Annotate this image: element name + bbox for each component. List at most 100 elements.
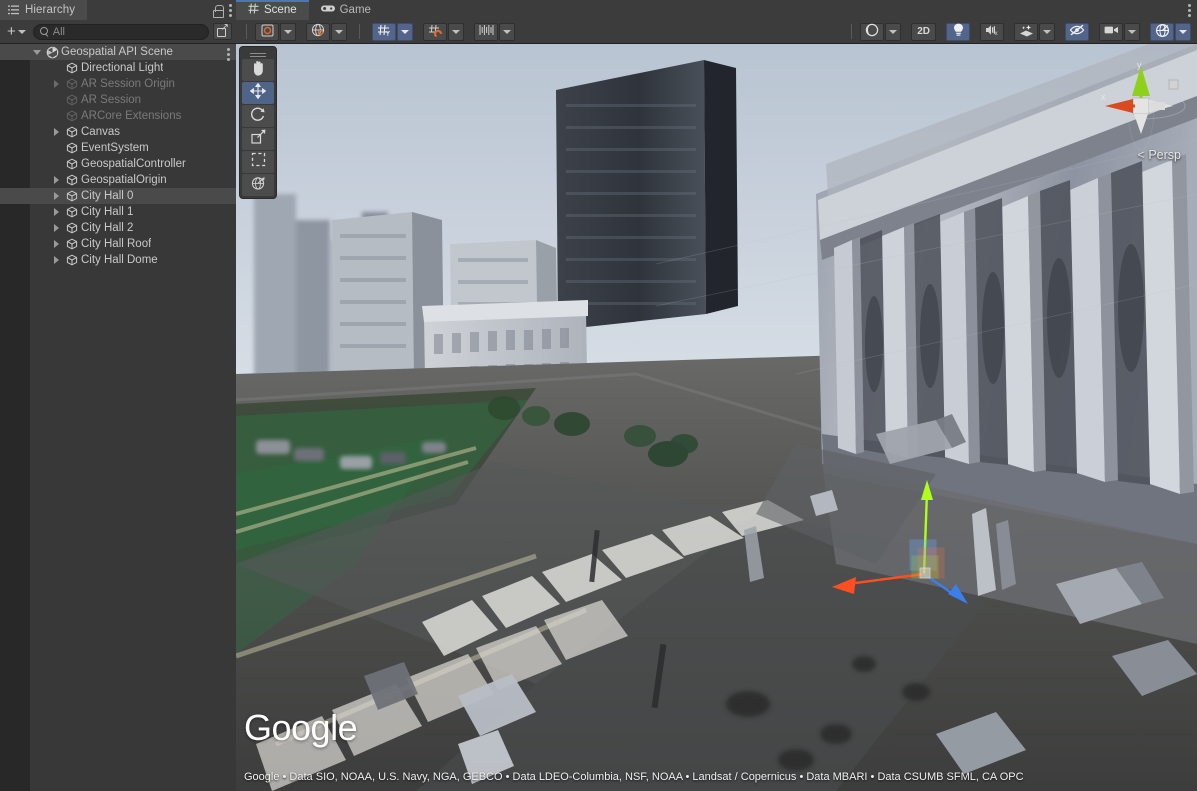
mute-audio-icon: x [985,24,999,39]
lock-icon[interactable] [213,5,222,16]
rect-transform-icon [251,152,266,172]
search-input[interactable]: All [33,24,209,40]
hidden-objects-button[interactable] [1065,23,1089,41]
tab-game[interactable]: Game [309,0,383,20]
rect-tool-button[interactable] [242,151,274,173]
scene-camera-button[interactable] [1099,23,1123,41]
snap-increment-button[interactable] [474,23,498,41]
hierarchy-item-label: ARCore Extensions [81,110,181,122]
hierarchy-item-label: AR Session Origin [81,78,175,90]
hierarchy-item-arcore-extensions[interactable]: ARCore Extensions [0,108,236,124]
hierarchy-item-canvas[interactable]: Canvas [0,124,236,140]
move-gizmo[interactable] [806,444,1006,624]
gameobject-icon [66,238,78,250]
gizmo-x-arrow [832,577,856,594]
fx-dropdown-button[interactable] [1039,23,1055,41]
hierarchy-item-city-hall-2[interactable]: City Hall 2 [0,220,236,236]
gizmos-dropdown-button[interactable] [1175,23,1191,41]
2d-toggle-button[interactable]: 2D [911,23,936,41]
hierarchy-item-label: City Hall Dome [81,254,158,266]
gizmo-y-arrow [921,480,933,500]
hierarchy-item-city-hall-dome[interactable]: City Hall Dome [0,252,236,268]
gamepad-icon [321,4,335,16]
create-object-button[interactable]: + [4,24,29,39]
scene-kebab-menu-icon[interactable] [1188,4,1191,17]
item-expander[interactable] [50,208,63,216]
search-placeholder: All [53,26,65,38]
tool-palette-drag-handle[interactable] [242,49,274,58]
item-expander[interactable] [50,256,63,264]
hierarchy-item-city-hall-roof[interactable]: City Hall Roof [0,236,236,252]
hierarchy-scene-root[interactable]: Geospatial API Scene [0,44,236,60]
gameobject-icon [66,254,78,266]
item-expander[interactable] [50,80,63,88]
hierarchy-item-ar-session-origin[interactable]: AR Session Origin [0,76,236,92]
handle-space-dropdown-button[interactable] [331,23,347,41]
scene-lighting-button[interactable] [946,23,970,41]
pivot-toggle-button[interactable] [255,23,279,41]
hierarchy-item-city-hall-0[interactable]: City Hall 0 [0,188,236,204]
item-expander[interactable] [50,176,63,184]
scene-grid-icon [248,3,259,17]
hierarchy-item-geospatialcontroller[interactable]: GeospatialController [0,156,236,172]
scene-camera-dropdown-button[interactable] [1124,23,1140,41]
scale-tool-button[interactable] [242,128,274,150]
item-expander[interactable] [50,128,63,136]
perspective-label-wrap[interactable]: < Persp [1138,148,1181,162]
grid-snap-dropdown-button[interactable] [448,23,464,41]
chevron-down-icon [503,30,511,34]
fx-toggle-button[interactable] [1014,23,1038,41]
toolbar-divider [246,24,247,39]
create-object-label: + [7,25,16,38]
grid-axis-dropdown-button[interactable] [397,23,413,41]
hierarchy-item-label: City Hall 1 [81,206,133,218]
hierarchy-item-eventsystem[interactable]: EventSystem [0,140,236,156]
shaded-sphere-icon [865,23,879,40]
scene-orientation-gizmo[interactable]: y x [1093,58,1189,154]
hierarchy-item-label: Directional Light [81,62,163,74]
shading-mode-dropdown-button[interactable] [885,23,901,41]
gameobject-icon [66,158,78,170]
hierarchy-item-label: AR Session [81,94,141,106]
gizmo-x-label: x [1101,92,1106,102]
kebab-menu-icon[interactable] [229,4,232,17]
scene-audio-button[interactable]: x [980,23,1004,41]
hierarchy-item-city-hall-1[interactable]: City Hall 1 [0,204,236,220]
pivot-dropdown-button[interactable] [280,23,296,41]
hierarchy-toolbar: + All [0,20,236,44]
grid-magnet-icon [428,24,443,40]
grid-axis-toggle-button[interactable]: Y [372,23,396,41]
transform-tool-button[interactable] [242,174,274,196]
expand-window-button[interactable] [213,23,232,40]
grid-snap-toggle-button[interactable] [423,23,447,41]
hierarchy-tabbar: Hierarchy [0,0,236,20]
item-expander[interactable] [50,192,63,200]
gizmo-center-cube [1133,98,1149,114]
scene-tabbar: Scene Game [236,0,1197,20]
pivot-center-icon [261,24,274,40]
handle-space-toggle-button[interactable] [306,23,330,41]
scene-viewport[interactable]: y x < Persp Google Google • Data SIO, NO… [236,44,1197,791]
scene-root-expander[interactable] [30,50,43,55]
hierarchy-item-geospatialorigin[interactable]: GeospatialOrigin [0,172,236,188]
tab-hierarchy-label: Hierarchy [25,4,75,16]
rotate-tool-button[interactable] [242,105,274,127]
google-watermark: Google [244,707,357,749]
hierarchy-item-directional-light[interactable]: Directional Light [0,60,236,76]
tab-hierarchy[interactable]: Hierarchy [0,0,87,20]
item-expander[interactable] [50,240,63,248]
chevron-down-icon [401,30,409,34]
gizmo-y-label: y [1137,60,1142,70]
hierarchy-item-ar-session[interactable]: AR Session [0,92,236,108]
move-tool-button[interactable] [242,82,274,104]
gameobject-icon [66,94,78,106]
tab-scene[interactable]: Scene [236,0,309,20]
snap-increment-dropdown-button[interactable] [499,23,515,41]
lightbulb-icon [953,23,964,40]
hand-icon [251,60,266,81]
shading-mode-button[interactable] [860,23,884,41]
eye-slash-icon [1069,24,1085,39]
view-tool-button[interactable] [242,59,274,81]
item-expander[interactable] [50,224,63,232]
gizmos-toggle-button[interactable] [1150,23,1174,41]
